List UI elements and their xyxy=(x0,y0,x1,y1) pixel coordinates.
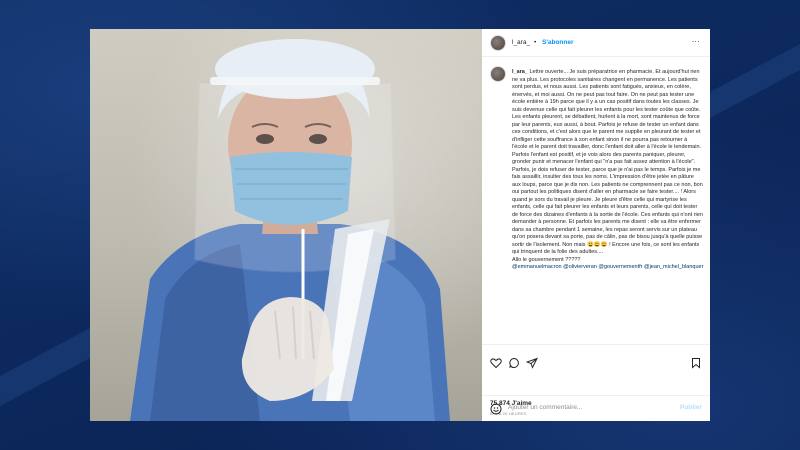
bookmark-icon[interactable] xyxy=(690,357,702,369)
post-header: l_ara_ • S'abonner ... xyxy=(482,29,710,57)
post-photo xyxy=(90,29,482,421)
heart-icon[interactable] xyxy=(490,357,502,369)
publish-button[interactable]: Publier xyxy=(680,404,702,411)
emoji-icon[interactable] xyxy=(490,403,502,415)
caption-username[interactable]: l_ara_ xyxy=(512,69,528,75)
separator-dot: • xyxy=(534,39,537,46)
avatar[interactable] xyxy=(490,66,506,82)
instagram-post-card: l_ara_ • S'abonner ... l_ara_ Lettre ouv… xyxy=(90,29,710,421)
caption-mentions[interactable]: @emmanuelmacron @olivierveran @gouvernem… xyxy=(512,264,704,272)
pharmacist-photo-illustration xyxy=(130,39,450,421)
post-sidebar: l_ara_ • S'abonner ... l_ara_ Lettre ouv… xyxy=(482,29,710,421)
username-link[interactable]: l_ara_ xyxy=(512,39,530,46)
caption-text: Lettre ouverte... Je suis préparatrice e… xyxy=(512,69,703,255)
share-icon[interactable] xyxy=(526,357,538,369)
comment-icon[interactable] xyxy=(508,357,520,369)
follow-button[interactable]: S'abonner xyxy=(542,39,574,46)
avatar[interactable] xyxy=(490,35,506,51)
comment-input[interactable]: Ajouter un commentaire... xyxy=(508,404,582,411)
caption-closing-line: Allo le gouvernement ????? xyxy=(512,256,581,263)
post-caption: l_ara_ Lettre ouverte... Je suis prépara… xyxy=(512,69,704,272)
more-options-icon[interactable]: ... xyxy=(692,35,700,44)
comment-bar: Ajouter un commentaire... Publier xyxy=(482,395,710,421)
